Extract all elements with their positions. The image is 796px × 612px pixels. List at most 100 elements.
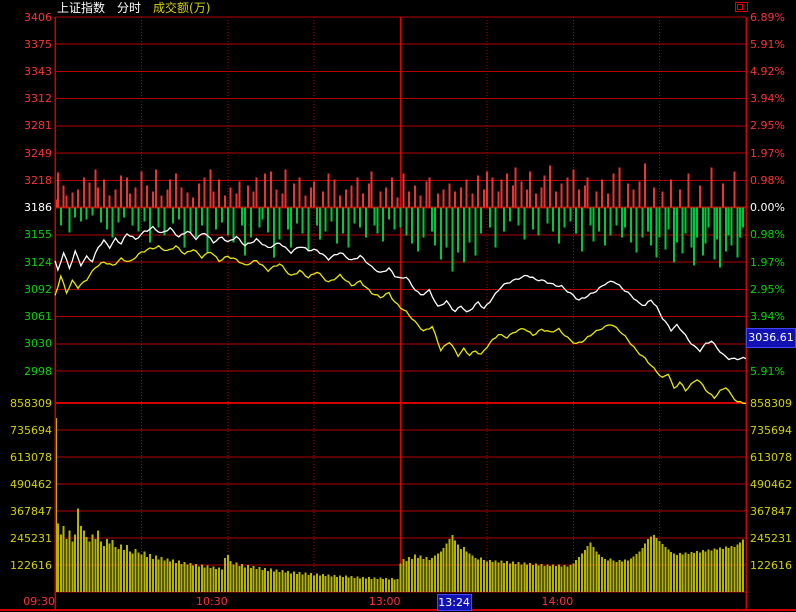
updown-bar-up [63,186,65,208]
y-axis-price-label: 3092 [0,283,52,296]
updown-bar-up [448,184,450,208]
updown-bar-down [106,208,108,230]
volume-bar [638,551,640,592]
updown-bar-down [267,208,269,233]
updown-bar-up [135,188,137,208]
updown-bar-up [97,188,99,208]
volume-bar [140,555,142,592]
volume-bar [405,561,407,592]
updown-bar-down [400,208,402,228]
updown-bar-down [342,208,344,234]
updown-bar-up [402,174,404,208]
updown-bar-up [477,176,479,208]
volume-bar [371,579,373,592]
volume-bar [451,535,453,592]
volume-axis-label-right: 613078 [750,451,796,464]
updown-bar-down [716,208,718,240]
y-axis-pct-label: 6.89% [750,11,796,24]
volume-bar [555,566,557,592]
y-axis-pct-label: 2.95% [750,119,796,132]
updown-bar-up [333,180,335,208]
volume-bar [644,544,646,592]
volume-bar [184,562,186,592]
volume-bar [382,579,384,592]
volume-bar [264,568,266,592]
updown-bar-down [558,208,560,244]
updown-bar-down [503,208,505,232]
volume-bar [152,559,154,592]
volume-bar [63,526,65,592]
volume-bar [60,535,62,592]
updown-bar-up [322,192,324,208]
volume-bar [656,538,658,592]
updown-bar-up [391,178,393,208]
volume-bar [460,549,462,592]
volume-bar [267,571,269,592]
updown-bar-down [189,208,191,233]
updown-bar-down [273,208,275,258]
volume-bar [572,563,574,592]
y-axis-price-label: 3406 [0,11,52,24]
updown-bar-up [428,178,430,208]
volume-bar [109,544,111,592]
updown-bar-down [569,208,571,222]
volume-bar [106,539,108,592]
updown-bar-down [137,208,139,232]
volume-bar [466,551,468,592]
updown-bar-down [411,208,413,244]
updown-bar-down [713,208,715,260]
volume-bar [592,547,594,592]
updown-bar-down [650,208,652,246]
updown-bar-down [353,208,355,224]
volume-axis-label-right: 490462 [750,478,796,491]
volume-bar [443,548,445,592]
volume-bar [100,541,102,592]
volume-bar [587,546,589,592]
volume-axis-label-right: 735694 [750,424,796,437]
updown-bar-down [636,208,638,253]
volume-bar [207,566,209,592]
updown-bar-up [304,196,306,208]
updown-bar-down [463,208,465,263]
x-axis-time-label: 10:30 [168,594,228,609]
updown-bar-up [129,194,131,208]
y-axis-pct-label: 0.98% [750,174,796,187]
updown-bar-up [535,194,537,208]
updown-bar-down [690,208,692,248]
updown-bar-up [722,184,724,208]
volume-bar [526,565,528,592]
volume-bar [650,537,652,592]
updown-bar-down [112,208,114,238]
updown-bar-up [379,192,381,208]
volume-bar [348,578,350,592]
updown-bar-down [621,208,623,238]
volume-bar [492,562,494,592]
updown-bar-down [302,208,304,234]
volume-bar [474,558,476,592]
volume-bar [710,551,712,592]
updown-bar-down [325,208,327,232]
updown-bar-down [184,208,186,248]
updown-bar-up [541,188,543,208]
volume-bar [564,565,566,592]
volume-bar [166,559,168,592]
updown-bar-up [126,178,128,208]
volume-bar [224,558,226,592]
updown-bar-up [699,186,701,208]
updown-bar-up [230,188,232,208]
volume-bar [296,574,298,592]
volume-bar [117,549,119,592]
updown-bar-down [195,208,197,238]
volume-bar [647,539,649,592]
volume-bar [316,574,318,592]
updown-bar-up [362,194,364,208]
updown-bar-up [397,198,399,208]
updown-bar-down [336,208,338,244]
updown-bar-down [307,208,309,252]
updown-bar-up [94,170,96,208]
volume-bar [518,562,520,592]
chart-canvas[interactable] [0,0,796,612]
volume-bar [446,544,448,592]
volume-bar [618,560,620,592]
updown-bar-down [708,208,710,228]
